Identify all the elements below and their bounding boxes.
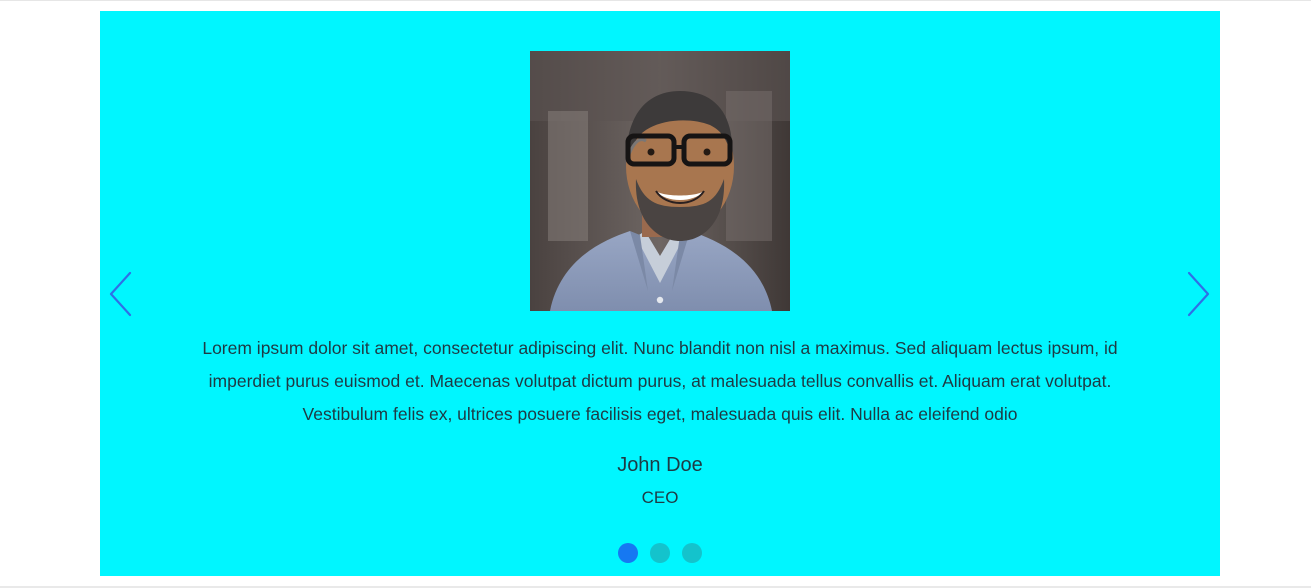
testimonial-author-role: CEO <box>641 488 679 507</box>
testimonial-slide: Lorem ipsum dolor sit amet, consectetur … <box>100 11 1220 576</box>
testimonial-author-name: John Doe <box>617 454 703 476</box>
slide-pagination <box>618 543 704 563</box>
next-slide-button[interactable] <box>1181 269 1215 319</box>
previous-slide-button[interactable] <box>104 269 138 319</box>
pagination-dot-1[interactable] <box>618 543 638 563</box>
chevron-left-icon <box>109 271 132 317</box>
testimonial-photo <box>530 51 790 311</box>
pagination-dot-3[interactable] <box>682 543 702 563</box>
top-divider <box>0 0 1311 1</box>
testimonial-carousel: Lorem ipsum dolor sit amet, consectetur … <box>100 11 1220 576</box>
pagination-dot-2[interactable] <box>650 543 670 563</box>
testimonial-quote: Lorem ipsum dolor sit amet, consectetur … <box>202 338 1118 424</box>
chevron-right-icon <box>1187 271 1210 317</box>
